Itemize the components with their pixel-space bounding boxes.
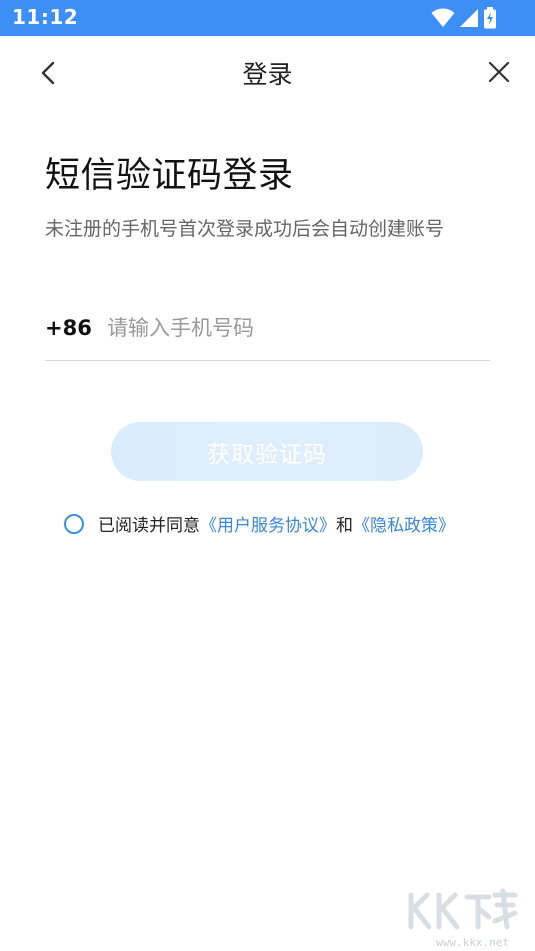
signal-icon	[460, 9, 478, 27]
wifi-icon	[431, 8, 455, 27]
status-time: 11:12	[12, 5, 79, 29]
nav-bar: 登录	[0, 36, 535, 108]
agreement-checkbox[interactable]	[64, 513, 84, 534]
agreement-conjunction: 和	[336, 516, 353, 536]
agreement-row: 已阅读并同意 《用户服务协议》 和 《隐私政策》	[64, 511, 455, 536]
country-code: +86	[45, 316, 92, 340]
page-title: 登录	[242, 60, 293, 89]
user-agreement-link[interactable]: 《用户服务协议》	[200, 511, 336, 536]
phone-input[interactable]	[107, 316, 490, 340]
close-icon[interactable]	[485, 58, 513, 86]
battery-charging-icon	[484, 7, 496, 29]
watermark-url: www.kkx.net	[436, 936, 509, 949]
status-icons	[431, 6, 497, 30]
status-bar: 11:12	[0, 0, 535, 36]
login-heading: 短信验证码登录	[45, 156, 294, 196]
agreement-prefix: 已阅读并同意	[98, 516, 200, 536]
get-code-button[interactable]: 获取验证码	[111, 422, 423, 481]
login-subtitle: 未注册的手机号首次登录成功后会自动创建账号	[45, 218, 445, 240]
phone-input-row: +86	[45, 296, 490, 361]
privacy-policy-link[interactable]: 《隐私政策》	[353, 511, 455, 536]
